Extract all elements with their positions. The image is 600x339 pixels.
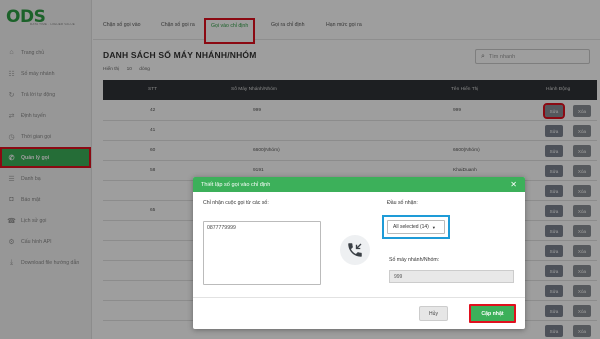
allowed-numbers-label: Chỉ nhận cuộc gọi từ các số: (203, 200, 269, 206)
designated-incoming-dialog: Thiết lập số gọi vào chỉ định ✕ Chỉ nhận… (193, 177, 525, 329)
incoming-call-icon (340, 235, 370, 265)
extension-label: Số máy nhánh/Nhóm: (389, 257, 440, 263)
prefix-select-value: All selected (14) (393, 224, 429, 230)
dialog-title: Thiết lập số gọi vào chỉ định (201, 181, 271, 188)
cancel-button[interactable]: Hủy (419, 306, 448, 321)
extension-field: 999 (389, 270, 514, 283)
prefix-select[interactable]: All selected (14) ▼ (387, 220, 445, 234)
dialog-footer: Hủy Cập nhật (193, 297, 525, 329)
close-icon[interactable]: ✕ (510, 180, 517, 189)
dialog-header: Thiết lập số gọi vào chỉ định ✕ (193, 177, 525, 192)
caret-down-icon: ▼ (431, 224, 436, 230)
prefix-label: Đầu số nhận: (387, 200, 418, 206)
allowed-numbers-textarea[interactable]: 0877779999 (203, 221, 321, 285)
update-button[interactable]: Cập nhật (469, 304, 516, 323)
